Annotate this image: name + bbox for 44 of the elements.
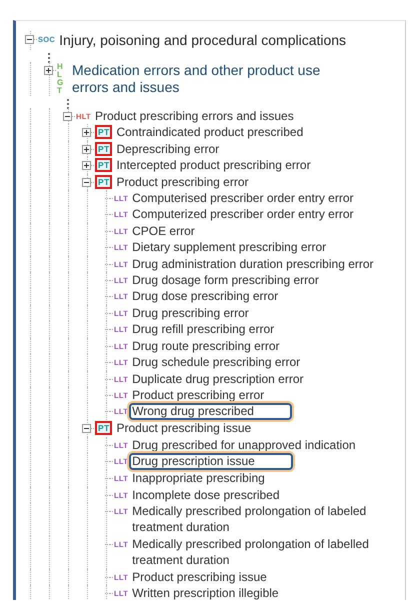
term-label[interactable]: Drug schedule prescribing error [132,354,300,370]
level-badge: PT [95,125,112,140]
term-label[interactable]: CPOE error [132,222,195,240]
term-label[interactable]: Drug refill prescribing error [132,321,274,338]
term-label[interactable]: Written prescription illegible [132,584,279,600]
term-label[interactable]: Product prescribing errors and issues [94,108,294,124]
term-label[interactable]: Dietary supplement prescribing error [132,239,326,256]
term-label[interactable]: Computerised prescriber order entry error [132,190,354,206]
term-label[interactable]: Drug administration duration prescribing error [132,256,374,272]
term-label[interactable]: Drug prescription issue [129,453,293,470]
term-label[interactable]: Drug prescribing error [132,304,249,322]
term-label[interactable]: Drug dose prescribing error [132,288,278,305]
term-label[interactable]: Computerized prescriber order entry error [132,206,354,223]
expand-toggle[interactable] [44,66,53,75]
term-label[interactable]: Product prescribing error [116,174,249,190]
term-label[interactable]: Drug prescribed for unapproved indication [132,436,356,454]
term-label[interactable]: Product prescribing error [132,386,264,404]
term-label[interactable]: Duplicate drug prescription error [132,370,304,387]
term-label[interactable]: Intercepted product prescribing error [116,157,311,174]
term-label[interactable]: Incomplete dose prescribed [132,486,280,503]
term-label[interactable]: Medication errors and other product use errors and issues [72,62,334,96]
level-badge: PT [95,142,112,156]
term-label[interactable]: Deprescribing error [116,140,220,158]
term-label[interactable]: Inappropriate prescribing [132,470,265,487]
level-label: HLGT [57,63,65,95]
level-badge: PT [95,174,112,189]
term-label[interactable]: Wrong drug prescribed [129,403,292,420]
term-label[interactable]: Product prescribing issue [116,420,252,437]
level-badge: PT [95,158,112,172]
term-label[interactable]: Drug route prescribing error [132,338,280,354]
term-label[interactable]: Medically prescribed prolongation of labeled treatment duration [132,502,405,536]
term-label[interactable]: Product prescribing issue [132,568,267,585]
expand-toggle[interactable] [82,144,91,154]
expand-toggle[interactable] [25,35,34,44]
term-label[interactable]: Injury, poisoning and procedural complications [59,31,346,49]
expand-toggle[interactable] [63,112,72,121]
expand-toggle[interactable] [82,178,91,187]
term-label[interactable]: Contraindicated product prescribed [116,124,304,141]
expand-toggle[interactable] [82,161,91,170]
term-label[interactable]: Medically prescribed prolongation of labelled treatment duration [132,536,405,569]
level-badge: PT [95,421,112,436]
expand-toggle[interactable] [82,128,91,138]
expand-toggle[interactable] [82,424,91,434]
term-label[interactable]: Drug dosage form prescribing error [132,272,319,288]
